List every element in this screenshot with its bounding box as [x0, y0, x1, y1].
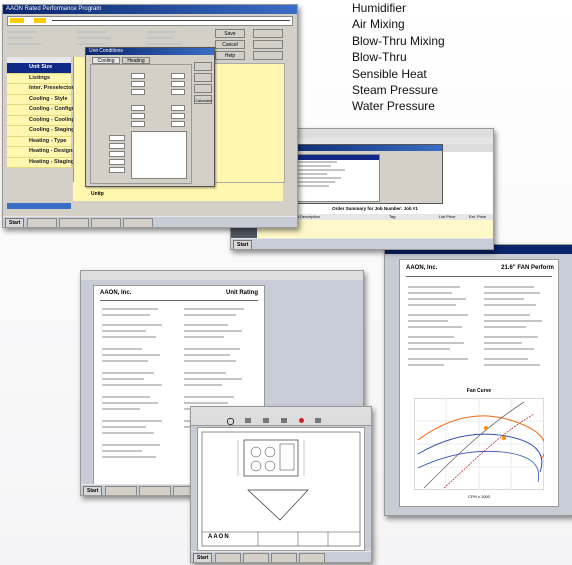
fan-curve-chart: [414, 398, 544, 490]
options-button[interactable]: [253, 40, 283, 49]
dialog-cancel-button[interactable]: [194, 73, 212, 82]
taskbar-item[interactable]: [139, 486, 171, 495]
feature-item: Steam Pressure: [352, 83, 439, 98]
print-button[interactable]: [253, 51, 283, 60]
module-item[interactable]: Heating - Designation: [7, 147, 86, 158]
title-block-logo: AAON: [208, 534, 230, 540]
help-button[interactable]: Help: [215, 51, 245, 60]
taskbar: Start: [231, 238, 493, 249]
start-button[interactable]: Start: [193, 553, 213, 562]
report-page: AAON, Inc. 21.6" FAN Perform Fan Curve C…: [399, 259, 559, 507]
stop-icon[interactable]: [299, 418, 304, 423]
calculate-button[interactable]: Calculate: [194, 95, 212, 104]
status-strip: [7, 203, 71, 209]
zoom-icon[interactable]: [227, 418, 234, 425]
feature-item: Humidifier: [352, 1, 407, 15]
module-item[interactable]: Cooling - Configuration: [7, 105, 90, 116]
feature-item: Air Mixing: [352, 17, 405, 32]
module-item[interactable]: Heating - Staging: [7, 157, 74, 168]
module-item[interactable]: Listings: [7, 73, 71, 84]
dialog-ok-button[interactable]: [194, 62, 212, 71]
report-title: 21.6" FAN Perform: [501, 265, 554, 271]
company-name: AAON, Inc.: [406, 265, 438, 271]
tab-cooling[interactable]: Cooling: [92, 57, 120, 64]
pan-icon[interactable]: [245, 418, 251, 423]
module-item[interactable]: Unit Size: [7, 63, 71, 74]
unit-conditions-dialog: Unit Conditions Cooling Heating Calculat…: [85, 47, 215, 187]
dialog-body: [90, 64, 192, 184]
module-item[interactable]: Cooling - Staging: [7, 126, 75, 137]
feature-item: Blow-Thru: [352, 50, 407, 65]
code-highlight: [34, 18, 46, 23]
start-button[interactable]: Start: [5, 218, 25, 227]
taskbar-item[interactable]: [123, 218, 153, 227]
feature-list: Humidifier Air Mixing Blow-Thru Mixing B…: [352, 0, 445, 115]
print-icon[interactable]: [281, 418, 287, 423]
module-item[interactable]: Cooling - Style: [7, 94, 71, 105]
code-strip: [7, 16, 293, 26]
window-title-bar: AAON Rated Performance Program: [3, 5, 297, 14]
module-item[interactable]: Inter. Preselector: [7, 84, 74, 95]
feature-item: Sensible Heat: [352, 66, 427, 81]
taskbar-item[interactable]: [27, 218, 57, 227]
taskbar-item[interactable]: [299, 553, 325, 562]
report-title: Unit Rating: [226, 290, 258, 296]
unit-drawing: [201, 431, 361, 547]
start-button[interactable]: Start: [83, 486, 103, 495]
chart-title: Fan Curve: [466, 388, 492, 394]
code-highlight: [10, 18, 24, 23]
window-title-bar: [191, 407, 371, 416]
taskbar-item[interactable]: [59, 218, 89, 227]
taskbar-item[interactable]: [243, 553, 269, 562]
taskbar-item[interactable]: [105, 486, 137, 495]
taskbar-item[interactable]: [215, 553, 241, 562]
dialog-help-button[interactable]: [194, 84, 212, 93]
taskbar: Start: [191, 551, 371, 562]
module-item[interactable]: Heating - Type: [7, 136, 71, 147]
module-item[interactable]: Cooling - Cooling: [7, 115, 75, 126]
taskbar-item[interactable]: [91, 218, 121, 227]
calculation-output: [131, 131, 187, 179]
help-icon[interactable]: [315, 418, 321, 423]
fit-icon[interactable]: [263, 418, 269, 423]
tab-heating[interactable]: Heating: [122, 57, 150, 64]
chart-footer: CFM x 1000: [468, 494, 490, 499]
module-list: Unit Size Listings Inter. Preselector Co…: [7, 63, 90, 168]
window-title-bar: [81, 271, 363, 280]
feature-item: Water Pressure: [352, 99, 435, 114]
feature-item: Blow-Thru Mixing: [352, 33, 445, 48]
drawing-sheet: AAON: [197, 427, 365, 551]
drawing-viewer-window: AAON Start: [190, 406, 372, 563]
taskbar-item[interactable]: [271, 553, 297, 562]
toolbar: [191, 416, 371, 426]
taskbar: Start: [3, 216, 297, 227]
fan-performance-window: AAON, Inc. 21.6" FAN Perform Fan Curve C…: [384, 244, 572, 516]
company-name: AAON, Inc.: [100, 290, 132, 296]
save-button[interactable]: Save: [215, 29, 245, 38]
aaon-main-window: AAON Rated Performance Program Save Canc…: [2, 4, 298, 228]
cancel-button[interactable]: Cancel: [215, 40, 245, 49]
unit-label: Unitp: [91, 191, 104, 197]
start-button[interactable]: Start: [233, 240, 253, 249]
dialog-title-bar: Unit Conditions: [86, 48, 214, 55]
close-button[interactable]: [253, 29, 283, 38]
